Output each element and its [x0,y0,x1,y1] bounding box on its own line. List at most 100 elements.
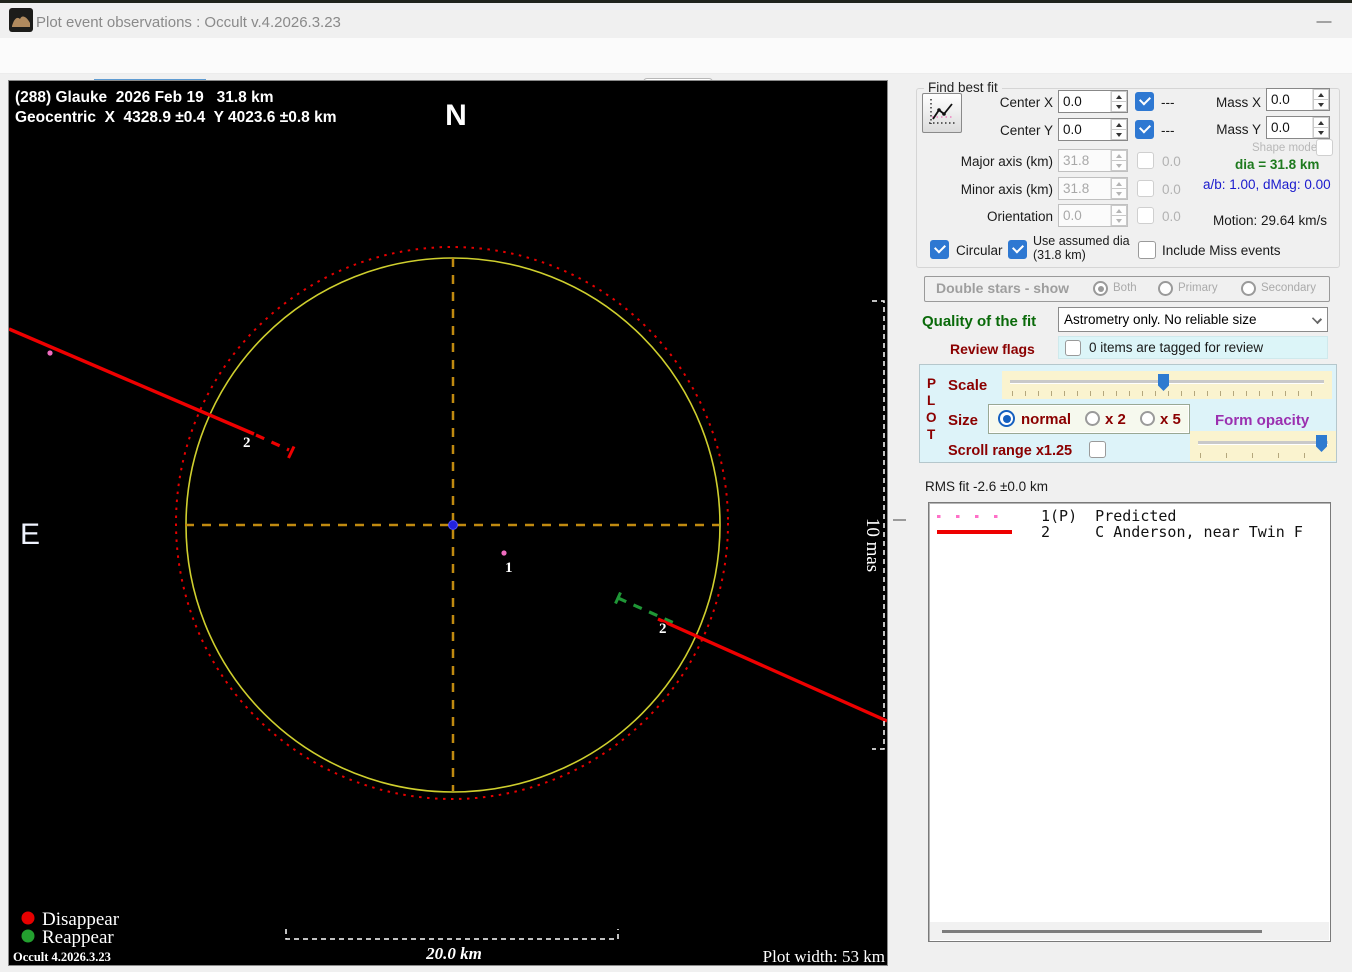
double-secondary-radio[interactable] [1241,281,1256,296]
minor-axis-input: 31.8 [1058,177,1128,200]
center-y-up-icon[interactable] [1111,119,1127,129]
predicted-point-b [501,550,507,556]
mass-x-input[interactable]: 0.0 [1266,88,1330,111]
quality-combobox[interactable]: Astrometry only. No reliable size [1058,307,1328,332]
center-y-label: Center Y [999,123,1053,138]
plot-width-label: Plot width: 53 km [763,947,885,965]
shape-model-label: Shape model [1252,142,1320,154]
center-x-fit-checkbox[interactable] [1135,92,1154,111]
orientation-label: Orientation [986,209,1053,224]
major-axis-label: Major axis (km) [960,154,1053,169]
plot-letter-p: P [927,376,937,391]
major-axis-up-icon [1111,150,1127,160]
minor-axis-fit-checkbox [1137,180,1154,197]
scrollbar-thumb[interactable] [942,930,1262,933]
quality-label: Quality of the fit [922,313,1037,330]
use-assumed-checkbox[interactable] [1008,240,1027,259]
size-label: Size [948,412,979,429]
minor-axis-down-icon [1111,188,1127,199]
mass-y-down-icon[interactable] [1313,127,1329,138]
circular-checkbox[interactable] [930,240,949,259]
mas-label: 10 mas [862,518,883,572]
panel-splitter[interactable] [893,519,906,521]
fit-chart-icon [929,98,955,124]
major-axis-input: 31.8 [1058,149,1128,172]
plot-letter-l: L [927,393,936,408]
review-flags-label: Review flags [950,341,1035,357]
scroll-range-checkbox[interactable] [1089,441,1106,458]
chord-2-lower-label: 2 [659,621,667,637]
center-point [448,520,458,530]
center-x-input[interactable]: 0.0 [1058,90,1128,113]
dia-label: dia = 31.8 km [1235,157,1320,172]
scale-slider-ticks [1012,391,1322,396]
size-normal-label: normal [1021,411,1072,428]
form-opacity-track [1198,441,1328,445]
form-opacity-thumb[interactable] [1316,435,1327,452]
window-title: Plot event observations : Occult v.4.202… [36,14,341,31]
mass-x-down-icon[interactable] [1313,99,1329,110]
double-primary-label: Primary [1178,282,1218,294]
chord-2-upper [8,327,255,436]
center-y-fit-checkbox[interactable] [1135,120,1154,139]
orientation-input: 0.0 [1058,204,1128,227]
shape-model-checkbox[interactable] [1316,139,1333,156]
double-stars-title: Double stars - show [936,280,1070,296]
include-miss-checkbox[interactable] [1138,241,1156,259]
run-fit-button[interactable] [922,93,962,133]
double-both-label: Both [1113,282,1137,294]
double-primary-radio[interactable] [1158,281,1173,296]
chord-2-reappear-uncertainty [617,596,675,625]
size-x2-radio[interactable] [1085,411,1100,426]
orientation-down-icon [1111,215,1127,226]
center-y-flag: --- [1161,123,1175,138]
mass-y-input[interactable]: 0.0 [1266,116,1330,139]
title-bar: Plot event observations : Occult v.4.202… [0,3,1352,38]
chord-2-disappear-uncertainty [255,433,290,452]
form-opacity-ticks [1200,453,1326,458]
mass-x-up-icon[interactable] [1313,89,1329,99]
occultation-plot: 2 1 2 (288) Glauke 2026 Feb 19 31.8 km G… [8,89,888,966]
form-opacity-slider[interactable] [1190,431,1336,461]
size-normal-radio[interactable] [998,410,1015,427]
horizontal-scrollbar[interactable] [930,922,1329,940]
observations-listbox[interactable]: 1(P) Predicted 2 C Anderson, near Twin F [928,502,1331,942]
mass-x-label: Mass X [1215,95,1261,110]
orientation-fit-checkbox [1137,207,1154,224]
minor-axis-up-icon [1111,178,1127,188]
point-1-label: 1 [505,560,513,576]
review-flags-checkbox[interactable] [1065,340,1081,356]
major-axis-fit-checkbox [1137,152,1154,169]
ab-dmag-label: a/b: 1.00, dMag: 0.00 [1203,177,1331,192]
scale-label: Scale [948,377,988,394]
scale-slider[interactable] [1002,371,1332,399]
plot-letter-t: T [927,427,936,442]
circular-label: Circular [956,243,1003,258]
menu-bar: with Plot... Plot options... ? Help Keep… [0,38,1352,107]
east-label: E [20,518,40,551]
center-y-input[interactable]: 0.0 [1058,118,1128,141]
center-x-up-icon[interactable] [1111,91,1127,101]
reappear-dot-icon [21,929,35,943]
size-x5-label: x 5 [1160,411,1181,428]
minor-axis-label: Minor axis (km) [960,182,1053,197]
size-x5-radio[interactable] [1140,411,1155,426]
plot-canvas[interactable]: 2 1 2 (288) Glauke 2026 Feb 19 31.8 km G… [8,80,888,966]
scale-slider-thumb[interactable] [1158,374,1169,391]
app-icon [9,8,33,32]
plot-title-line2: Geocentric X 4328.9 ±0.4 Y 4023.6 ±0.8 k… [15,109,336,126]
minimize-button[interactable]: — [1306,7,1342,37]
disappear-tick [287,445,296,459]
chord-2-lower [657,617,888,723]
center-x-down-icon[interactable] [1111,101,1127,112]
center-y-down-icon[interactable] [1111,129,1127,140]
major-axis-down-icon [1111,160,1127,171]
size-x2-label: x 2 [1105,411,1126,428]
plot-letter-o: O [926,410,937,425]
predicted-point-a [47,350,53,356]
review-flags-panel: 0 items are tagged for review [1058,336,1328,359]
center-x-flag: --- [1161,95,1175,110]
mass-y-up-icon[interactable] [1313,117,1329,127]
observation-row[interactable]: 2 C Anderson, near Twin F [1041,523,1303,541]
double-both-radio[interactable] [1093,281,1108,296]
